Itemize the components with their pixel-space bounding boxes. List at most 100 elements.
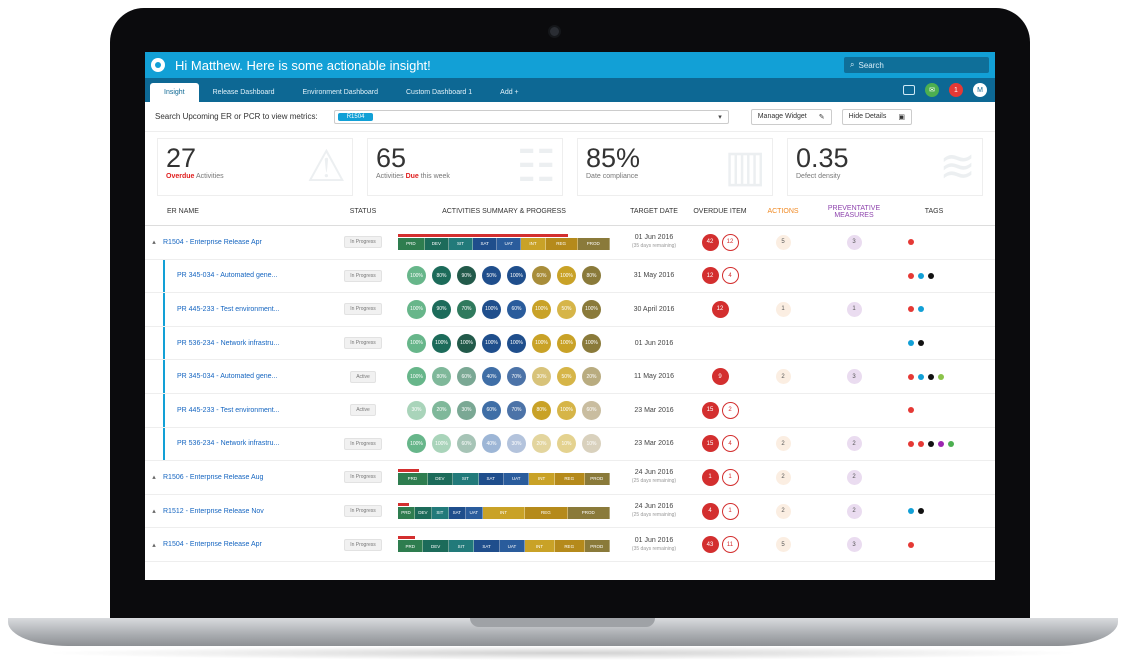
tag-dot[interactable] (918, 440, 924, 447)
progress-dot[interactable]: 100% (507, 333, 526, 353)
progress-dot[interactable]: 80% (532, 400, 551, 420)
overdue-pending-count[interactable]: 1 (721, 502, 739, 520)
table-row[interactable]: ▴ R1504 - Enterprise Release Apr In Progre… (145, 226, 995, 260)
tag-dot[interactable] (918, 340, 924, 347)
tag-dot[interactable] (928, 373, 934, 380)
actions-count[interactable]: 2 (775, 469, 791, 485)
progress-dot[interactable]: 70% (507, 367, 526, 387)
progress-dot[interactable]: 20% (582, 367, 601, 387)
progress-dot[interactable]: 100% (407, 367, 426, 387)
table-row[interactable]: PR 536-234 - Network infrastru... In Prog… (145, 427, 995, 462)
progress-dot[interactable]: 30% (457, 400, 476, 420)
progress-bar[interactable]: PRD DEV SIT SAT UAT INT REG PROD (398, 233, 610, 251)
er-name-link[interactable]: R1504 - Enterprise Release Apr (163, 239, 338, 246)
phase-segment[interactable]: UAT (503, 472, 530, 485)
progress-dot[interactable]: 80% (432, 367, 451, 387)
overdue-count[interactable]: 43 (701, 536, 719, 554)
progress-dot[interactable]: 40% (482, 434, 501, 454)
actions-count[interactable]: 5 (775, 234, 791, 250)
progress-dot[interactable]: 20% (432, 400, 451, 420)
phase-segment[interactable]: DEV (427, 472, 454, 485)
tag-dot[interactable] (928, 440, 934, 447)
phase-segment[interactable]: INT (529, 472, 555, 485)
phase-segment[interactable]: REG (545, 237, 578, 250)
tag-dot[interactable] (908, 541, 914, 548)
overdue-count[interactable]: 12 (701, 267, 719, 285)
phase-segment[interactable]: SAT (474, 540, 500, 553)
tag-dot[interactable] (908, 239, 914, 246)
tag-dot[interactable] (938, 373, 944, 380)
expand-toggle[interactable]: ▴ (145, 473, 163, 481)
progress-dot[interactable]: 60% (582, 400, 601, 420)
phase-segment[interactable]: REG (554, 472, 585, 485)
overdue-pending-count[interactable]: 11 (721, 536, 739, 554)
progress-dot[interactable]: 60% (457, 367, 476, 387)
progress-dot[interactable]: 100% (482, 299, 501, 319)
preventative-count[interactable]: 3 (846, 369, 862, 385)
tag-dot[interactable] (908, 407, 914, 414)
phase-segment[interactable]: SIT (431, 506, 449, 519)
phase-segment[interactable]: SIT (453, 472, 479, 485)
progress-dot[interactable]: 70% (457, 299, 476, 319)
progress-dot[interactable]: 100% (407, 434, 426, 454)
preventative-count[interactable]: 2 (846, 436, 862, 452)
preventative-count[interactable]: 1 (846, 301, 862, 317)
selected-release-chip[interactable]: R1504 (337, 112, 374, 121)
tag-dot[interactable] (908, 272, 914, 279)
er-name-link[interactable]: PR 536-234 - Network infrastru... (163, 427, 338, 461)
table-row[interactable]: ▴ R1504 - Enterprise Release Apr In Progre… (145, 528, 995, 562)
tag-dot[interactable] (918, 306, 924, 313)
notification-icon[interactable]: 1 (949, 83, 963, 97)
expand-toggle[interactable]: ▴ (145, 238, 163, 246)
progress-dot[interactable]: 100% (557, 400, 576, 420)
overdue-pending-count[interactable]: 12 (721, 233, 739, 251)
preventative-count[interactable]: 2 (846, 503, 862, 519)
phase-segment[interactable]: DEV (424, 237, 449, 250)
progress-dot[interactable]: 50% (557, 299, 576, 319)
hide-details-button[interactable]: Hide Details ▣ (841, 108, 912, 125)
tag-dot[interactable] (948, 440, 954, 447)
tag-dot[interactable] (908, 340, 914, 347)
table-row[interactable]: PR 445-233 - Test environment... Active 30… (145, 393, 995, 428)
actions-count[interactable]: 2 (775, 369, 791, 385)
preventative-count[interactable]: 3 (846, 537, 862, 553)
er-name-link[interactable]: R1506 - Enterprise Release Aug (163, 474, 338, 481)
tag-dot[interactable] (918, 508, 924, 515)
er-name-link[interactable]: PR 345-034 - Automated gene... (163, 259, 338, 293)
tag-dot[interactable] (908, 508, 914, 515)
table-row[interactable]: PR 345-034 - Automated gene... Active 100%… (145, 360, 995, 394)
preventative-count[interactable]: 3 (846, 234, 862, 250)
search-input[interactable]: ⌕ Search (844, 57, 989, 73)
phase-segment[interactable]: INT (525, 540, 555, 553)
progress-bar[interactable]: PRD DEV SIT SAT UAT INT REG PROD (398, 502, 610, 520)
progress-dot[interactable]: 10% (557, 434, 576, 454)
er-name-link[interactable]: PR 445-233 - Test environment... (163, 293, 338, 326)
chat-icon[interactable]: ✉ (925, 83, 939, 97)
overdue-count[interactable]: 42 (701, 233, 719, 251)
overdue-pending-count[interactable]: 4 (721, 435, 739, 453)
phase-segment[interactable]: PROD (584, 540, 610, 553)
expand-toggle[interactable]: ▴ (145, 541, 163, 549)
phase-segment[interactable]: SIT (448, 237, 474, 250)
progress-dot[interactable]: 100% (407, 299, 426, 319)
overdue-count[interactable]: 15 (701, 401, 719, 419)
progress-dot[interactable]: 100% (507, 266, 526, 286)
overdue-count[interactable]: 9 (711, 368, 729, 386)
progress-dot[interactable]: 100% (557, 266, 576, 286)
chevron-down-icon[interactable]: ▾ (718, 113, 722, 121)
progress-dot[interactable]: 60% (457, 434, 476, 454)
progress-dot[interactable]: 100% (532, 299, 551, 319)
progress-dot[interactable]: 100% (457, 333, 476, 353)
overdue-count[interactable]: 1 (701, 468, 719, 486)
tab-4[interactable]: Add + (486, 83, 533, 102)
progress-dot[interactable]: 30% (407, 400, 426, 420)
table-row[interactable]: PR 445-233 - Test environment... In Progr… (145, 293, 995, 327)
tag-dot[interactable] (918, 373, 924, 380)
progress-dot[interactable]: 100% (582, 333, 601, 353)
progress-dot[interactable]: 100% (532, 333, 551, 353)
progress-dot[interactable]: 100% (407, 266, 426, 286)
actions-count[interactable]: 2 (775, 436, 791, 452)
er-name-link[interactable]: PR 345-034 - Automated gene... (163, 360, 338, 393)
phase-segment[interactable]: PRD (398, 237, 425, 250)
progress-dot[interactable]: 30% (507, 434, 526, 454)
